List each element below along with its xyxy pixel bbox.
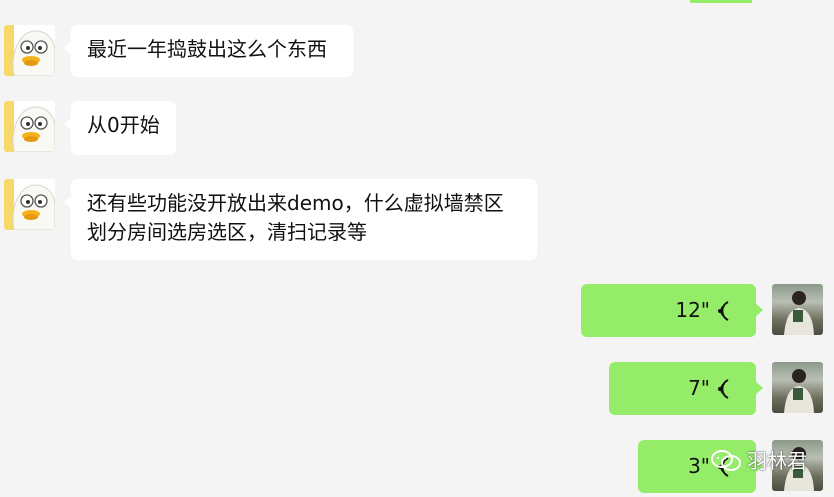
user-avatar[interactable]: [772, 284, 823, 335]
contact-avatar[interactable]: [4, 179, 55, 230]
voice-duration: 3": [688, 454, 710, 478]
watermark: 羽林君: [710, 449, 820, 473]
contact-avatar[interactable]: [4, 101, 55, 152]
contact-avatar[interactable]: [4, 25, 55, 76]
voice-duration: 12": [675, 298, 710, 322]
message-text: 最近一年捣鼓出这么个东西: [87, 37, 327, 61]
duck-avatar-icon: [4, 25, 55, 76]
duck-avatar-icon: [4, 179, 55, 230]
person-photo-icon: [784, 291, 814, 335]
incoming-message[interactable]: 从0开始: [64, 101, 176, 155]
voice-message[interactable]: 7": [609, 362, 763, 415]
wechat-icon: [711, 450, 741, 471]
message-text-line: 划分房间选房选区，清扫记录等: [87, 220, 367, 244]
previous-message-bubble-edge: [690, 0, 752, 3]
incoming-message[interactable]: 还有些功能没开放出来demo，什么虚拟墙禁区 划分房间选房选区，清扫记录等: [64, 179, 537, 260]
person-photo-icon: [784, 369, 814, 413]
voice-message[interactable]: 12": [581, 284, 763, 337]
duck-avatar-icon: [4, 101, 55, 152]
message-text-line: 还有些功能没开放出来demo，什么虚拟墙禁区: [87, 191, 504, 215]
voice-wave-icon: [718, 379, 729, 399]
message-text: 从0开始: [87, 113, 160, 137]
incoming-message[interactable]: 最近一年捣鼓出这么个东西: [64, 25, 353, 77]
voice-wave-icon: [718, 301, 729, 321]
voice-duration: 7": [688, 376, 710, 400]
watermark-text: 羽林君: [747, 449, 807, 473]
user-avatar[interactable]: [772, 362, 823, 413]
